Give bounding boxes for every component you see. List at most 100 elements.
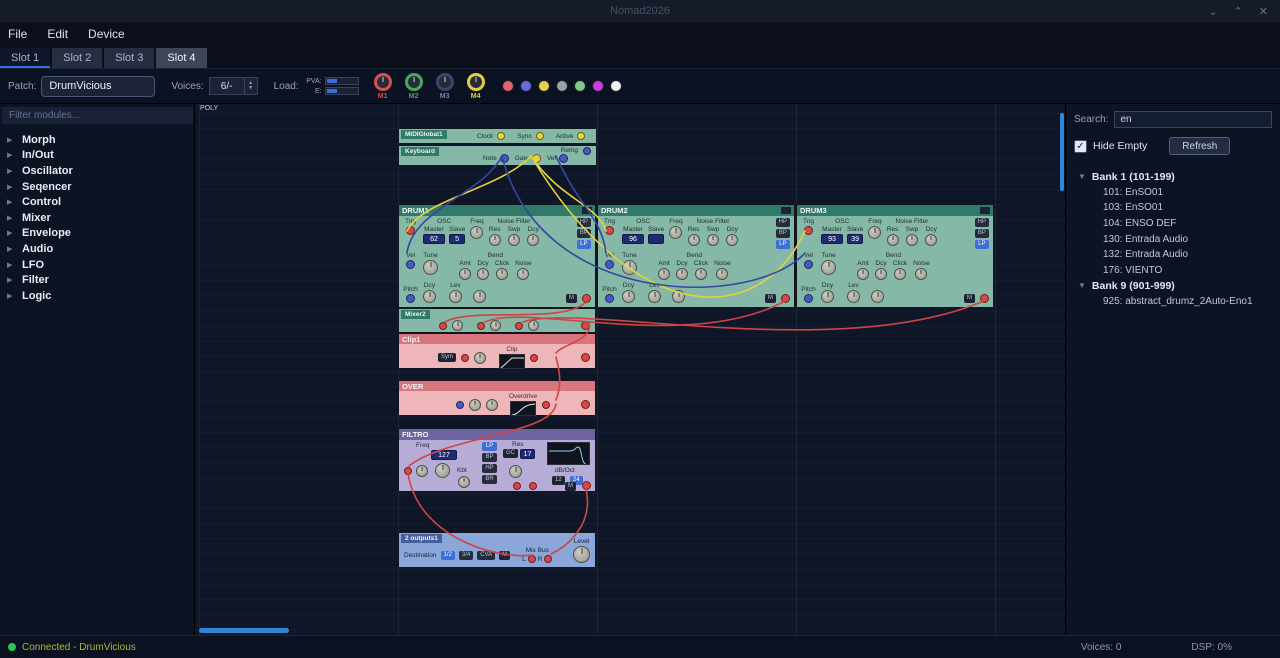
mod2-input-port[interactable]	[529, 482, 537, 490]
pitch-input-port[interactable]	[605, 294, 614, 303]
click-knob[interactable]	[496, 267, 509, 280]
vel-output-port[interactable]	[558, 154, 568, 163]
master-value[interactable]: 93	[821, 234, 843, 244]
morph-3[interactable]: M3	[433, 72, 457, 100]
tab-slot-4[interactable]: Slot 4	[156, 48, 207, 68]
click-knob[interactable]	[695, 267, 708, 280]
aux-knob[interactable]	[473, 290, 486, 303]
morph-2[interactable]: M2	[402, 72, 426, 100]
ch2-level-knob[interactable]	[490, 320, 501, 331]
lp-button[interactable]: LP	[577, 240, 591, 249]
decay-knob[interactable]	[423, 290, 436, 303]
res-knob[interactable]	[488, 234, 501, 246]
patch-canvas[interactable]: POLY MIDIGlobal1 Clock Sync Active Keybo…	[195, 104, 1065, 635]
note-output-port[interactable]	[499, 154, 509, 163]
module-drum3[interactable]: DRUM3 Trig OSC Master 93 Slave 39 Freq N…	[796, 204, 994, 308]
module-midiglobal1[interactable]: MIDIGlobal1 Clock Sync Active	[398, 128, 597, 144]
lev-knob[interactable]	[449, 290, 462, 303]
mod1-input-port[interactable]	[513, 482, 521, 490]
bp-button[interactable]: BP	[482, 453, 497, 462]
ch3-level-knob[interactable]	[528, 320, 539, 331]
swatch-yellow[interactable]	[537, 80, 550, 92]
module-header[interactable]: OVER	[399, 381, 595, 391]
close-icon[interactable]: ✕	[1259, 5, 1268, 18]
mute-button[interactable]: M	[565, 482, 576, 491]
morph-3-knob[interactable]	[434, 72, 455, 92]
slope-12-button[interactable]: 12	[552, 476, 565, 485]
freq-knob[interactable]	[868, 226, 882, 239]
swatch-magenta[interactable]	[591, 80, 604, 92]
canvas-vertical-scrollbar[interactable]	[1060, 113, 1064, 191]
audio-output-port[interactable]	[581, 400, 590, 409]
lp-button[interactable]: LP	[482, 442, 497, 451]
freq-knob[interactable]	[470, 226, 484, 239]
morph-4-knob[interactable]	[465, 72, 486, 92]
search-input[interactable]	[1114, 111, 1272, 128]
aux-knob[interactable]	[871, 290, 884, 303]
active-output-port[interactable]	[577, 132, 586, 140]
sidebar-item-morph[interactable]: ▶ Morph	[0, 132, 194, 148]
shape-knob[interactable]	[486, 398, 498, 411]
kbt-knob[interactable]	[458, 476, 470, 488]
dest-12-button[interactable]: 1/2	[440, 550, 455, 560]
swatch-gray[interactable]	[555, 80, 568, 92]
ch2-input-port[interactable]	[477, 321, 485, 330]
module-over[interactable]: OVER Overdrive	[398, 380, 596, 416]
module-header[interactable]: DRUM3	[797, 205, 993, 216]
sidebar-item-filter[interactable]: ▶ Filter	[0, 272, 194, 288]
right-input-port[interactable]	[544, 555, 553, 563]
bend-amt-knob[interactable]	[658, 267, 670, 280]
audio-output-port[interactable]	[980, 294, 989, 303]
morph-2-knob[interactable]	[403, 72, 424, 92]
bp-button[interactable]: BP	[576, 229, 591, 238]
voices-stepper[interactable]: ▲ ▼	[244, 77, 258, 95]
swp-knob[interactable]	[905, 234, 918, 246]
aux-input-port[interactable]	[542, 400, 551, 409]
hp-button[interactable]: HP	[974, 218, 989, 227]
sidebar-item-oscillator[interactable]: ▶ Oscillator	[0, 163, 194, 179]
swatch-green[interactable]	[573, 80, 586, 92]
filter-modules-input[interactable]	[2, 107, 193, 124]
res-knob[interactable]	[509, 465, 522, 478]
sidebar-item-inout[interactable]: ▶ In/Out	[0, 148, 194, 164]
trig-input-port[interactable]	[804, 226, 813, 235]
gc-button[interactable]: GC	[503, 449, 518, 458]
chevron-up-icon[interactable]: ⌃	[1234, 5, 1243, 18]
freq-mod-knob[interactable]	[416, 465, 428, 477]
sidebar-item-logic[interactable]: ▶ Logic	[0, 288, 194, 304]
morph-1-knob[interactable]	[372, 72, 393, 92]
sync-output-port[interactable]	[535, 132, 544, 140]
patch-entry[interactable]: 101: EnSO01	[1066, 185, 1280, 201]
tune-knob[interactable]	[423, 259, 438, 275]
audio-output-port[interactable]	[582, 481, 591, 490]
noise-knob[interactable]	[716, 267, 729, 280]
patch-entry[interactable]: 176: VIENTO	[1066, 263, 1280, 279]
res-knob[interactable]	[687, 234, 700, 246]
br-button[interactable]: BR	[482, 475, 497, 484]
decay-knob[interactable]	[821, 290, 834, 303]
audio-output-port[interactable]	[581, 353, 590, 362]
bank-1-header[interactable]: ▼ Bank 1 (101-199)	[1066, 169, 1280, 185]
retrig-port[interactable]	[583, 147, 591, 155]
dest-34-button[interactable]: 3/4	[458, 550, 474, 560]
hp-button[interactable]: HP	[775, 218, 790, 227]
patch-name-input[interactable]	[41, 75, 156, 97]
swp-knob[interactable]	[706, 234, 719, 246]
menu-device[interactable]: Device	[88, 27, 139, 41]
bp-button[interactable]: BP	[775, 229, 790, 238]
pitch-input-port[interactable]	[406, 294, 415, 303]
module-filtro[interactable]: FILTRO Freq 127 Kbt LP BP HP BR Res GC 1…	[398, 428, 596, 492]
click-knob[interactable]	[894, 267, 907, 280]
voices-value[interactable]: 6/-	[208, 77, 245, 95]
sidebar-item-audio[interactable]: ▶ Audio	[0, 241, 194, 257]
module-drum2[interactable]: DRUM2 Trig OSC Master 96 Slave Freq Nois…	[597, 204, 795, 308]
lev-knob[interactable]	[648, 290, 661, 303]
bend-amt-knob[interactable]	[459, 267, 471, 280]
canvas-horizontal-scrollbar[interactable]	[199, 628, 289, 633]
mute-button[interactable]: M	[566, 294, 577, 303]
mix-output-port[interactable]	[581, 321, 590, 330]
sidebar-item-seqencer[interactable]: ▶ Seqencer	[0, 179, 194, 195]
slave-value[interactable]: 39	[847, 234, 864, 244]
module-mixer2[interactable]: Mixer2	[398, 308, 596, 333]
module-header[interactable]: DRUM1	[399, 205, 595, 216]
